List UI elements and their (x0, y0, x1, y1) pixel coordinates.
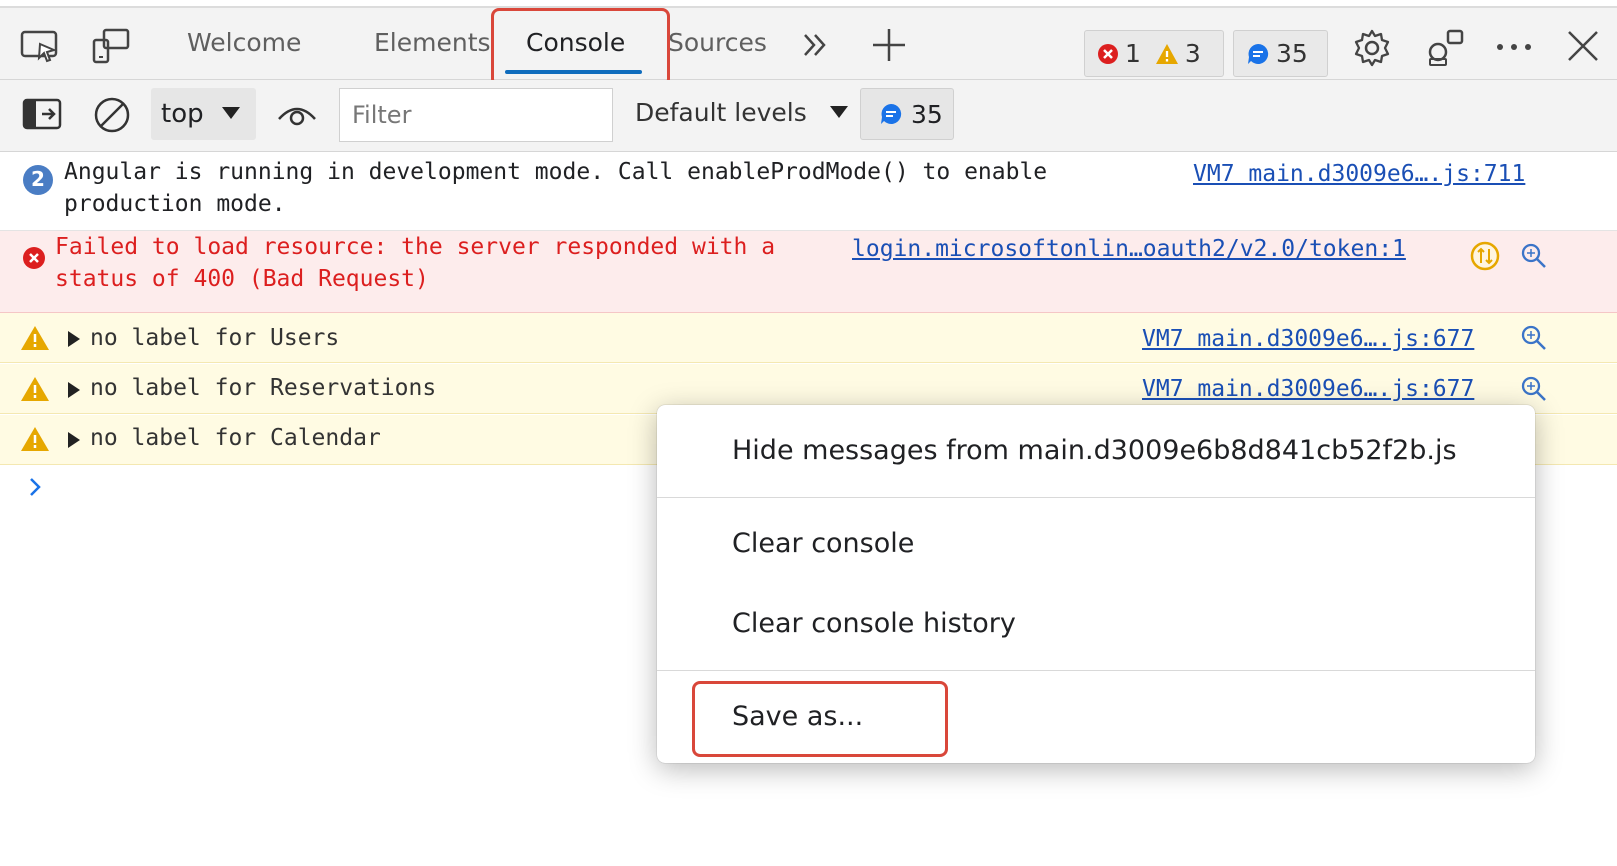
filter-input[interactable] (339, 88, 613, 142)
warning-icon (1155, 43, 1179, 65)
message-text-line1: Angular is running in development mode. … (64, 159, 1048, 185)
console-message-warning: no label for Users VM7 main.d3009e6….js:… (0, 313, 1617, 363)
console-tab-highlight (491, 8, 670, 87)
error-icon (1097, 43, 1119, 65)
message-text-line1: Failed to load resource: the server resp… (55, 234, 776, 260)
console-message-info: 2 Angular is running in development mode… (0, 153, 1617, 231)
inspect-element-icon[interactable] (20, 28, 62, 66)
close-devtools-icon[interactable] (1565, 28, 1601, 64)
expand-triangle-icon[interactable] (67, 330, 81, 348)
issues-count: 35 (911, 99, 943, 129)
message-count: 35 (1276, 39, 1308, 68)
message-text: no label for Users (90, 325, 340, 351)
repeat-count: 2 (31, 167, 45, 191)
menu-item-hide-messages[interactable]: Hide messages from main.d3009e6b8d841cb5… (732, 435, 1457, 466)
tab-elements[interactable]: Elements (374, 28, 491, 57)
settings-gear-icon[interactable] (1352, 28, 1392, 68)
message-source-link[interactable]: VM7 main.d3009e6….js:711 (1193, 161, 1525, 187)
devtools-tab-bar: Welcome Elements Console Sources 1 3 35 (0, 6, 1617, 80)
log-levels-dropdown[interactable]: Default levels (635, 98, 849, 127)
message-text-line2: production mode. (64, 191, 286, 217)
warning-icon (20, 426, 50, 452)
chevron-down-icon (829, 105, 849, 119)
tab-sources[interactable]: Sources (668, 28, 767, 57)
execution-context-select[interactable]: top (151, 88, 256, 140)
menu-item-clear-console[interactable]: Clear console (732, 528, 914, 559)
search-icon[interactable] (1520, 375, 1548, 403)
message-text: no label for Calendar (90, 425, 381, 451)
customize-connect-icon[interactable] (1424, 28, 1466, 68)
tab-welcome[interactable]: Welcome (187, 28, 301, 57)
search-icon[interactable] (1520, 324, 1548, 352)
menu-divider (657, 497, 1535, 498)
message-source-link[interactable]: VM7 main.d3009e6….js:677 (1142, 326, 1474, 352)
clear-console-icon[interactable] (92, 95, 132, 135)
menu-item-clear-history[interactable]: Clear console history (732, 608, 1016, 639)
device-emulation-icon[interactable] (90, 26, 132, 68)
chevron-down-icon (221, 106, 241, 120)
expand-triangle-icon[interactable] (67, 381, 81, 399)
more-tabs-icon[interactable] (800, 28, 830, 62)
log-levels-label: Default levels (635, 98, 807, 127)
messages-counter[interactable]: 35 (1233, 30, 1328, 77)
warning-icon (20, 376, 50, 402)
message-icon (879, 102, 903, 126)
add-tab-icon[interactable] (870, 26, 908, 64)
message-text-line2: status of 400 (Bad Request) (55, 266, 429, 292)
save-as-highlight (692, 681, 948, 757)
issues-counter-button[interactable]: 35 (860, 88, 954, 140)
console-message-error: Failed to load resource: the server resp… (0, 231, 1617, 313)
live-expression-eye-icon[interactable] (276, 99, 318, 131)
warning-count: 3 (1184, 39, 1201, 68)
console-prompt-chevron-icon[interactable] (28, 476, 42, 498)
sidebar-toggle-icon[interactable] (22, 97, 64, 131)
search-icon[interactable] (1520, 242, 1548, 270)
message-source-link[interactable]: VM7 main.d3009e6….js:677 (1142, 376, 1474, 402)
warning-icon (20, 325, 50, 351)
message-icon (1246, 42, 1270, 66)
errors-warnings-counter[interactable]: 1 3 (1084, 30, 1224, 77)
message-text: no label for Reservations (90, 375, 437, 401)
error-icon (22, 246, 46, 270)
repeat-count-badge: 2 (22, 164, 54, 196)
error-count: 1 (1125, 39, 1141, 68)
expand-triangle-icon[interactable] (67, 431, 81, 449)
context-value: top (161, 99, 204, 129)
more-options-icon[interactable] (1495, 32, 1533, 62)
menu-divider (657, 670, 1535, 671)
message-source-link[interactable]: login.microsoftonlin…oauth2/v2.0/token:1 (852, 236, 1406, 262)
network-request-icon[interactable] (1470, 241, 1500, 271)
